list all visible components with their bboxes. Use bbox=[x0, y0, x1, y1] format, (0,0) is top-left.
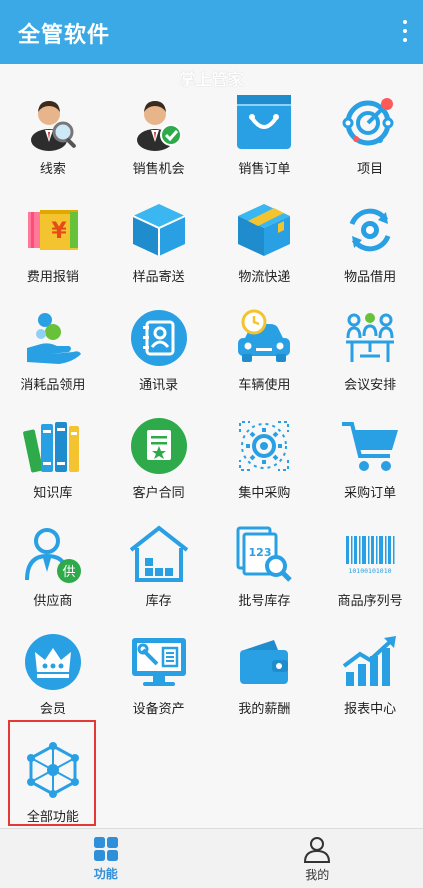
tab-label: 功能 bbox=[93, 866, 118, 881]
feature-label: 库存 bbox=[145, 594, 172, 609]
feature-inventory[interactable]: 库存 bbox=[106, 518, 212, 626]
feature-label: 项目 bbox=[357, 162, 384, 177]
feature-label: 通讯录 bbox=[139, 378, 179, 393]
warehouse-icon bbox=[129, 524, 189, 584]
feature-label: 知识库 bbox=[33, 486, 73, 501]
feature-label: 会员 bbox=[39, 702, 66, 717]
barcode-digits-text: 10100101010 bbox=[349, 567, 392, 575]
feature-label: 客户合同 bbox=[132, 486, 185, 501]
feature-label: 会议安排 bbox=[344, 378, 397, 393]
bar-chart-icon bbox=[340, 632, 400, 692]
barcode-icon: 10100101010 bbox=[340, 524, 400, 584]
feature-project[interactable]: 项目 bbox=[317, 86, 423, 194]
contract-icon bbox=[129, 416, 189, 476]
person-search-icon bbox=[23, 92, 83, 152]
box-icon bbox=[129, 200, 189, 260]
svg-text:¥: ¥ bbox=[51, 219, 67, 244]
feature-equipment-assets[interactable]: 设备资产 bbox=[106, 626, 212, 734]
batch-number-text: 123 bbox=[249, 546, 272, 559]
expense-card-icon: ¥ bbox=[23, 200, 83, 260]
feature-purchase-order[interactable]: 采购订单 bbox=[317, 410, 423, 518]
all-functions-icon bbox=[23, 740, 83, 800]
monitor-tools-icon bbox=[129, 632, 189, 692]
feature-label: 消耗品领用 bbox=[20, 378, 86, 393]
feature-label: 集中采购 bbox=[238, 486, 291, 501]
grid-icon bbox=[93, 836, 118, 861]
feature-label: 设备资产 bbox=[132, 702, 185, 717]
batch-search-icon: 123 bbox=[234, 524, 294, 584]
tab-label: 我的 bbox=[305, 867, 330, 882]
feature-label: 销售机会 bbox=[132, 162, 185, 177]
shopping-bag-icon bbox=[234, 92, 294, 152]
supplier-icon: 供 bbox=[23, 524, 83, 584]
feature-membership[interactable]: 会员 bbox=[0, 626, 106, 734]
feature-serial-number[interactable]: 10100101010 商品序列号 bbox=[317, 518, 423, 626]
project-network-icon bbox=[340, 92, 400, 152]
feature-label: 样品寄送 bbox=[132, 270, 185, 285]
cart-icon bbox=[340, 416, 400, 476]
feature-report-center[interactable]: 报表中心 bbox=[317, 626, 423, 734]
feature-logistics[interactable]: 物流快递 bbox=[212, 194, 318, 302]
app-root: 全管软件 掌上管家 线索 销售机会 销售订单 项目 ¥ 费用报销 样品寄送 物流… bbox=[0, 0, 423, 888]
feature-expense-reimbursement[interactable]: ¥ 费用报销 bbox=[0, 194, 106, 302]
feature-label: 报表中心 bbox=[344, 702, 397, 717]
feature-central-purchasing[interactable]: 集中采购 bbox=[212, 410, 318, 518]
feature-label: 车辆使用 bbox=[238, 378, 291, 393]
feature-label: 销售订单 bbox=[238, 162, 291, 177]
feature-item-borrow[interactable]: 物品借用 bbox=[317, 194, 423, 302]
feature-label: 我的薪酬 bbox=[238, 702, 291, 717]
app-title: 全管软件 bbox=[18, 23, 111, 48]
tab-mine[interactable]: 我的 bbox=[212, 829, 423, 888]
hand-coins-icon bbox=[23, 308, 83, 368]
feature-leads[interactable]: 线索 bbox=[0, 86, 106, 194]
meeting-icon bbox=[340, 308, 400, 368]
feature-knowledge-base[interactable]: 知识库 bbox=[0, 410, 106, 518]
feature-consumables[interactable]: 消耗品领用 bbox=[0, 302, 106, 410]
car-clock-icon bbox=[234, 308, 294, 368]
package-icon bbox=[234, 200, 294, 260]
feature-label: 线索 bbox=[39, 162, 66, 177]
person-check-icon bbox=[129, 92, 189, 152]
books-icon bbox=[23, 416, 83, 476]
feature-label: 物品借用 bbox=[344, 270, 397, 285]
feature-label: 全部功能 bbox=[26, 810, 79, 825]
address-book-icon bbox=[129, 308, 189, 368]
wallet-icon bbox=[234, 632, 294, 692]
feature-label: 采购订单 bbox=[344, 486, 397, 501]
supplier-badge-text: 供 bbox=[62, 565, 75, 580]
feature-label: 商品序列号 bbox=[337, 594, 403, 609]
feature-all-functions[interactable]: 全部功能 bbox=[0, 734, 106, 842]
feature-meeting[interactable]: 会议安排 bbox=[317, 302, 423, 410]
feature-supplier[interactable]: 供 供应商 bbox=[0, 518, 106, 626]
feature-my-salary[interactable]: 我的薪酬 bbox=[212, 626, 318, 734]
feature-sales-order[interactable]: 销售订单 bbox=[212, 86, 318, 194]
sync-gear-icon bbox=[340, 200, 400, 260]
app-bar: 全管软件 bbox=[0, 0, 423, 64]
feature-label: 物流快递 bbox=[238, 270, 291, 285]
central-gear-icon bbox=[234, 416, 294, 476]
bottom-tab-bar: 功能 我的 bbox=[0, 828, 423, 888]
feature-sales-opportunity[interactable]: 销售机会 bbox=[106, 86, 212, 194]
feature-label: 批号库存 bbox=[238, 594, 291, 609]
crown-icon bbox=[23, 632, 83, 692]
feature-vehicle-use[interactable]: 车辆使用 bbox=[212, 302, 318, 410]
tab-functions[interactable]: 功能 bbox=[0, 829, 212, 888]
feature-contacts[interactable]: 通讯录 bbox=[106, 302, 212, 410]
feature-label: 供应商 bbox=[33, 594, 73, 609]
user-icon bbox=[304, 836, 331, 863]
feature-sample-shipping[interactable]: 样品寄送 bbox=[106, 194, 212, 302]
feature-label: 费用报销 bbox=[26, 270, 79, 285]
feature-batch-inventory[interactable]: 123 批号库存 bbox=[212, 518, 318, 626]
feature-customer-contract[interactable]: 客户合同 bbox=[106, 410, 212, 518]
feature-grid: 线索 销售机会 销售订单 项目 ¥ 费用报销 样品寄送 物流快递 物品借用 消耗… bbox=[0, 86, 423, 842]
more-vert-icon[interactable] bbox=[401, 20, 409, 42]
